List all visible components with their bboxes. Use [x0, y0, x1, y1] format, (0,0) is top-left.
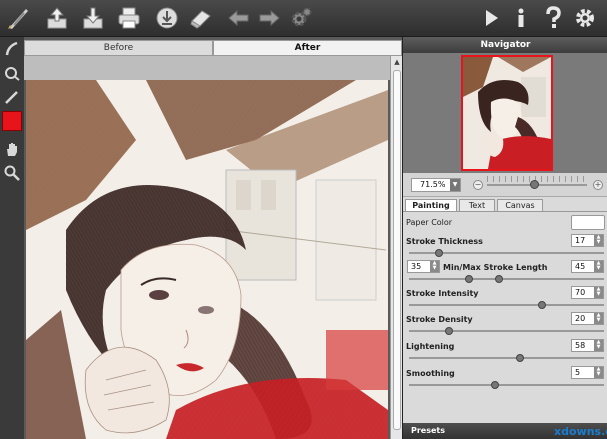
play-icon[interactable]	[476, 3, 506, 33]
spinner-arrows-icon[interactable]: ▲ ▼	[594, 235, 603, 246]
stroke-thickness-spinner[interactable]: 17 ▲ ▼	[571, 234, 604, 247]
tab-before[interactable]: Before	[24, 40, 213, 56]
lightening-spinner[interactable]: 58 ▲ ▼	[571, 339, 604, 352]
smoothing-spinner[interactable]: 5 ▲ ▼	[571, 366, 604, 379]
image-canvas[interactable]	[26, 80, 388, 439]
zoom-value: 71.5%	[420, 180, 446, 189]
left-toolbar	[0, 37, 24, 439]
save-file-icon[interactable]	[78, 3, 108, 33]
navigator-thumbnail[interactable]	[461, 55, 553, 171]
settings-tabs: Painting Text Canvas	[403, 199, 607, 211]
spinner-arrows-icon[interactable]: ▲ ▼	[594, 367, 603, 378]
max-stroke-handle[interactable]	[495, 275, 503, 283]
navigator-title: Navigator	[403, 37, 607, 53]
open-file-icon[interactable]	[42, 3, 72, 33]
stroke-density-value: 20	[575, 314, 586, 323]
stroke-thickness-label: Stroke Thickness	[406, 237, 483, 246]
spinner-arrows-icon[interactable]: ▲ ▼	[594, 287, 603, 298]
presets-label: Presets	[411, 426, 446, 435]
zoom-tool-icon[interactable]	[2, 163, 22, 183]
max-stroke-value: 45	[575, 262, 586, 271]
max-stroke-spinner[interactable]: 45 ▲ ▼	[571, 260, 604, 273]
smoothing-label: Smoothing	[406, 369, 455, 378]
tab-painting[interactable]: Painting	[405, 199, 457, 211]
min-max-stroke-label: Min/Max Stroke Length	[443, 263, 548, 272]
info-icon[interactable]	[506, 3, 536, 33]
stroke-intensity-value: 70	[575, 288, 586, 297]
color-swatch[interactable]	[2, 111, 22, 131]
zoom-out-icon[interactable]: −	[473, 180, 483, 190]
stroke-intensity-handle[interactable]	[538, 301, 546, 309]
paper-color-swatch[interactable]	[571, 215, 605, 230]
undo-arrow-icon[interactable]	[224, 3, 254, 33]
lightening-value: 58	[575, 341, 586, 350]
tab-canvas[interactable]: Canvas	[497, 199, 543, 211]
zoom-select[interactable]: 71.5% ▼	[411, 178, 461, 192]
view-tabs: Before After	[24, 40, 402, 56]
min-stroke-spinner[interactable]: 35 ▲ ▼	[407, 260, 440, 273]
app-logo-icon	[4, 3, 34, 33]
settings-gear-small-icon[interactable]	[286, 3, 316, 33]
navigator-area[interactable]	[403, 53, 607, 173]
smoothing-handle[interactable]	[491, 381, 499, 389]
watermark-text: xdowns.com	[554, 425, 607, 438]
thumbnail-image	[463, 57, 551, 169]
spinner-arrows-icon[interactable]: ▲ ▼	[594, 313, 603, 324]
stroke-intensity-label: Stroke Intensity	[406, 289, 479, 298]
chevron-down-icon[interactable]: ▼	[450, 179, 460, 191]
stroke-intensity-spinner[interactable]: 70 ▲ ▼	[571, 286, 604, 299]
print-icon[interactable]	[114, 3, 144, 33]
pencil-sketch-image	[26, 80, 388, 439]
redo-arrow-icon[interactable]	[254, 3, 284, 33]
tab-after[interactable]: After	[213, 40, 402, 56]
help-icon[interactable]	[538, 3, 568, 33]
canvas-panel: Before After ▲	[24, 37, 402, 439]
right-panel: Navigator 71.5% ▼ − + Painting Text Canv…	[402, 37, 607, 439]
stroke-density-label: Stroke Density	[406, 315, 473, 324]
pen-tool-icon[interactable]	[2, 39, 22, 59]
spinner-arrows-icon[interactable]: ▲ ▼	[594, 340, 603, 351]
gear-icon[interactable]	[570, 3, 600, 33]
presets-header[interactable]: Presets xdowns.com	[403, 423, 607, 439]
min-stroke-handle[interactable]	[465, 275, 473, 283]
zoom-row: 71.5% ▼ − +	[403, 173, 607, 197]
stroke-thickness-value: 17	[575, 236, 586, 245]
vertical-scrollbar[interactable]: ▲	[390, 56, 402, 439]
stroke-density-spinner[interactable]: 20 ▲ ▼	[571, 312, 604, 325]
smoothing-track[interactable]	[409, 384, 604, 386]
spinner-arrows-icon[interactable]: ▲ ▼	[594, 261, 603, 272]
smoothing-value: 5	[575, 368, 581, 377]
spinner-arrows-icon[interactable]: ▲ ▼	[430, 261, 439, 272]
paper-color-label: Paper Color	[406, 218, 453, 227]
batch-icon[interactable]	[152, 3, 182, 33]
stroke-density-track[interactable]	[409, 330, 604, 332]
painting-settings: Paper Color Stroke Thickness 17 ▲ ▼ 35 ▲ ▼…	[403, 211, 607, 423]
eraser-icon[interactable]	[186, 3, 216, 33]
zoom-slider-handle[interactable]	[530, 180, 539, 189]
tab-text[interactable]: Text	[459, 199, 495, 211]
min-stroke-value: 35	[411, 262, 422, 271]
lightening-track[interactable]	[409, 357, 604, 359]
top-toolbar	[0, 0, 607, 37]
stroke-length-track[interactable]	[409, 278, 604, 280]
lightening-handle[interactable]	[516, 354, 524, 362]
smudge-tool-icon[interactable]	[2, 63, 22, 83]
scroll-thumb[interactable]	[393, 70, 401, 430]
lightening-label: Lightening	[406, 342, 455, 351]
stroke-intensity-track[interactable]	[409, 304, 604, 306]
stroke-density-handle[interactable]	[445, 327, 453, 335]
canvas-margin	[24, 56, 390, 80]
brush-tool-icon[interactable]	[2, 87, 22, 107]
zoom-in-icon[interactable]: +	[593, 180, 603, 190]
hand-tool-icon[interactable]	[2, 139, 22, 159]
stroke-thickness-handle[interactable]	[435, 249, 443, 257]
